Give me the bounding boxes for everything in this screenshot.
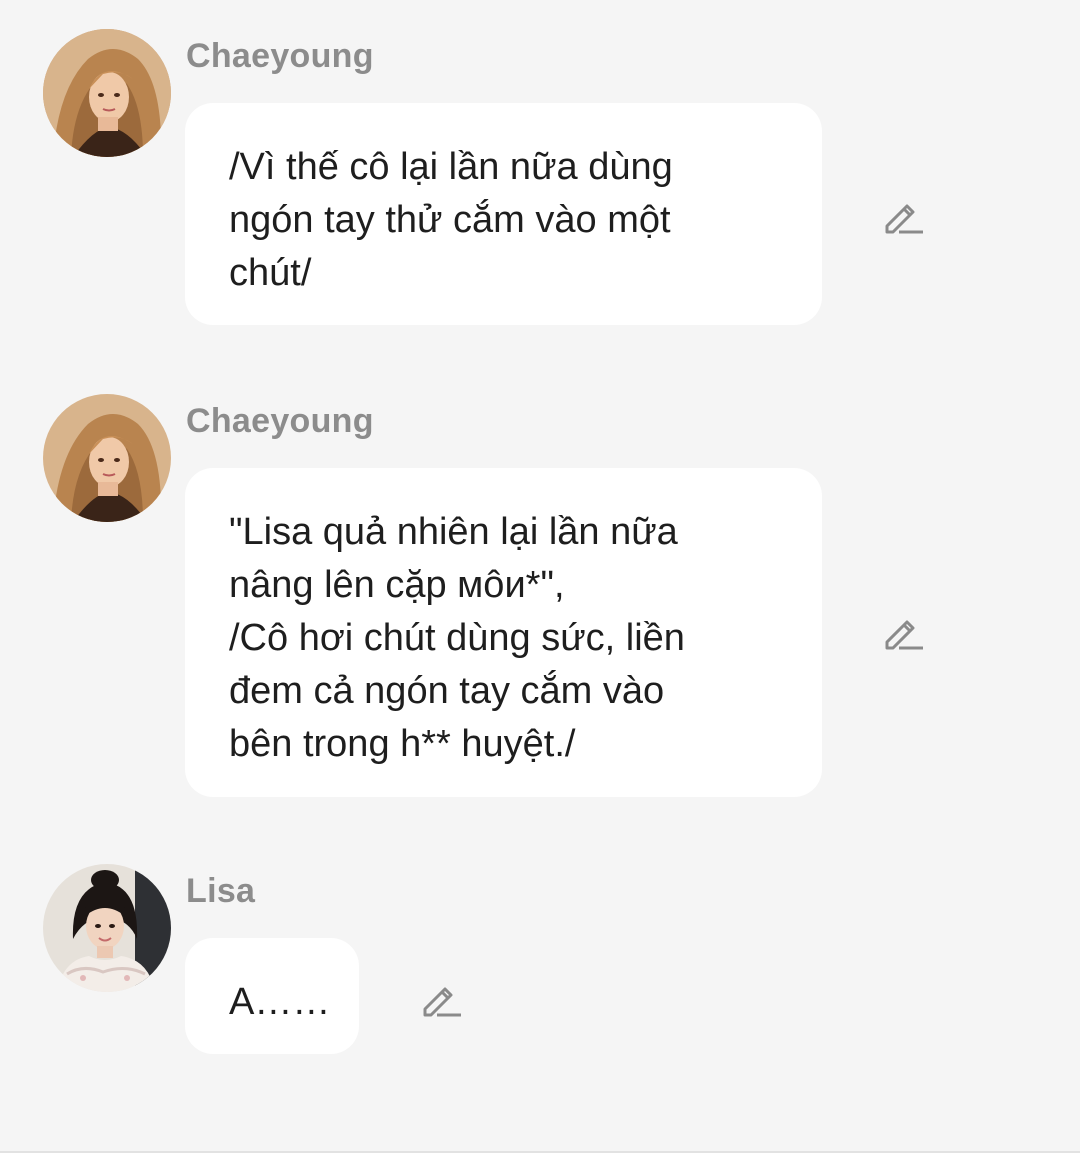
avatar[interactable] bbox=[43, 864, 171, 992]
sender-name: Lisa bbox=[186, 872, 256, 910]
pencil-edit-icon[interactable] bbox=[881, 194, 925, 238]
message-bubble[interactable]: "Lisa quả nhiên lại lần nữa nâng lên cặp… bbox=[185, 468, 822, 797]
pencil-edit-icon[interactable] bbox=[419, 977, 463, 1021]
message-bubble[interactable]: /Vì thế cô lại lần nữa dùng ngón tay thử… bbox=[185, 103, 822, 325]
sender-name: Chaeyoung bbox=[186, 402, 374, 440]
message-item: Lisa A…… bbox=[0, 864, 1080, 1059]
avatar[interactable] bbox=[43, 29, 171, 157]
message-item: Chaeyoung /Vì thế cô lại lần nữa dùng ng… bbox=[0, 29, 1080, 329]
avatar-image-lisa bbox=[43, 864, 171, 992]
sender-name: Chaeyoung bbox=[186, 37, 374, 75]
message-item: Chaeyoung "Lisa quả nhiên lại lần nữa nâ… bbox=[0, 394, 1080, 798]
message-bubble[interactable]: A…… bbox=[185, 938, 359, 1054]
avatar-image-chaeyoung bbox=[43, 394, 171, 522]
avatar-image-chaeyoung bbox=[43, 29, 171, 157]
pencil-edit-icon[interactable] bbox=[881, 610, 925, 654]
avatar[interactable] bbox=[43, 394, 171, 522]
